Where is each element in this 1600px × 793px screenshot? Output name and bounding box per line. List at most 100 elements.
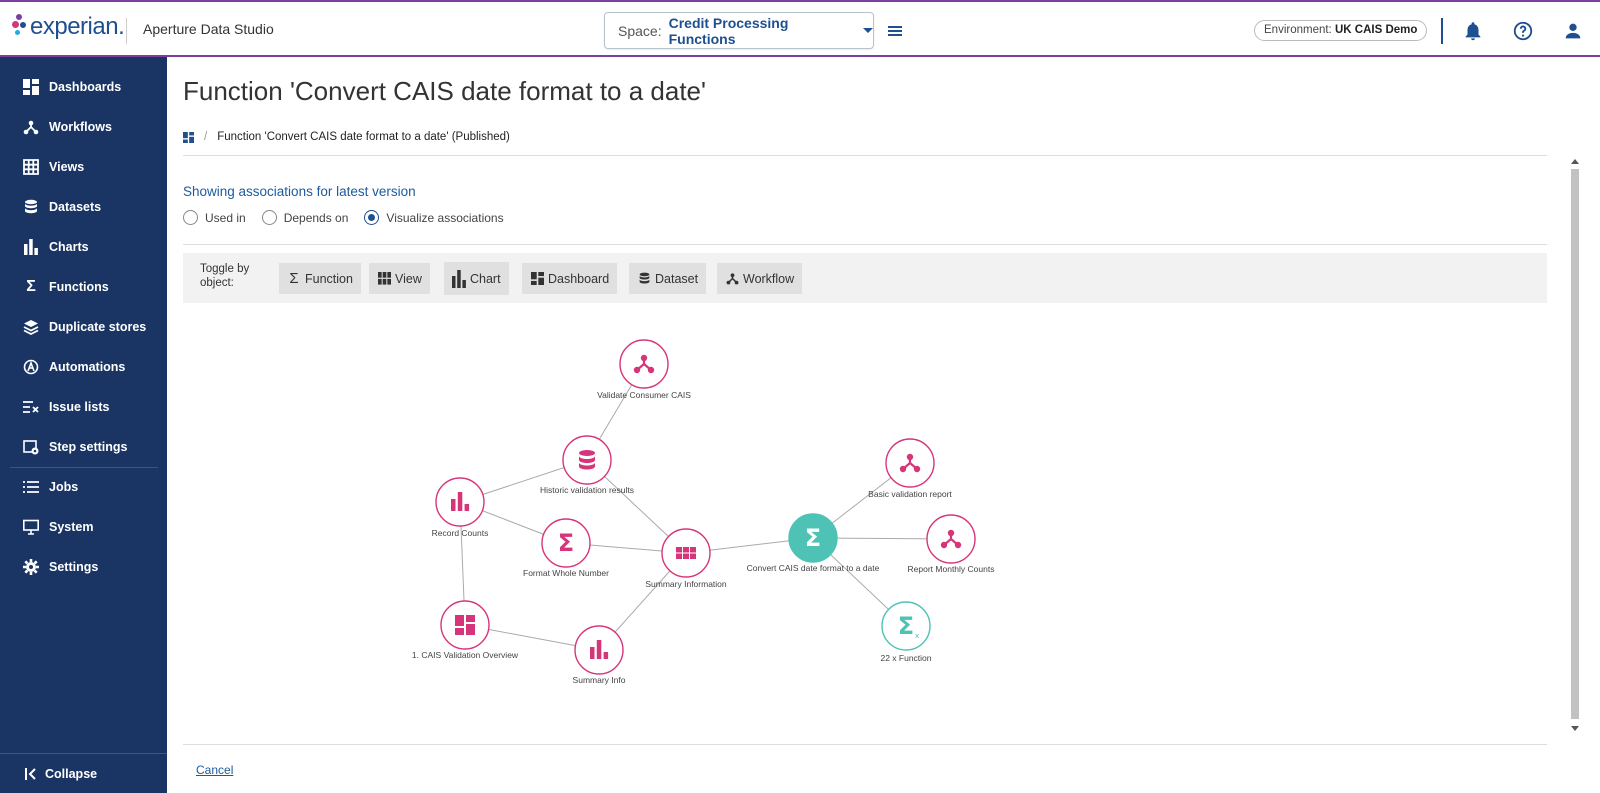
gear-icon xyxy=(22,558,40,576)
space-selector[interactable]: Space: Credit Processing Functions xyxy=(604,12,874,49)
sidebar-item-label: Views xyxy=(49,160,85,174)
scroll-down-arrow[interactable] xyxy=(1571,726,1579,731)
sidebar-item-label: Step settings xyxy=(49,440,128,454)
user-icon[interactable] xyxy=(1562,20,1584,42)
sidebar-item-label: System xyxy=(49,520,94,534)
sidebar-item-label: Settings xyxy=(49,560,99,574)
scrollbar[interactable] xyxy=(1569,159,1581,731)
bar-chart-icon xyxy=(22,238,40,256)
svg-text:x: x xyxy=(915,632,919,640)
sidebar-item-automations[interactable]: Automations xyxy=(0,349,167,385)
graph-edges xyxy=(459,363,952,651)
sidebar-item-label: Functions xyxy=(49,280,109,294)
cancel-link[interactable]: Cancel xyxy=(196,763,233,777)
sidebar-item-label: Workflows xyxy=(49,120,112,134)
sidebar-item-duplicate-stores[interactable]: Duplicate stores xyxy=(0,309,167,345)
sidebar-item-label: Datasets xyxy=(49,200,102,214)
main-content: Function 'Convert CAIS date format to a … xyxy=(167,57,1600,793)
collapse-label: Collapse xyxy=(45,766,98,781)
sidebar-item-label: Dashboards xyxy=(49,80,122,94)
environment-label: Environment: xyxy=(1264,24,1332,36)
space-label: Space: xyxy=(618,22,662,39)
logo-dots-icon xyxy=(12,12,28,42)
graph-node[interactable]: Summary Information xyxy=(645,528,727,589)
sidebar: Dashboards Workflows Views Datasets Char… xyxy=(0,57,167,793)
graph-node-label: 22 x Function xyxy=(880,653,931,663)
sidebar-item-label: Issue lists xyxy=(49,400,110,414)
graph-node[interactable]: Σ Format Whole Number xyxy=(523,518,609,578)
chevron-down-icon xyxy=(863,28,873,33)
graph-node[interactable]: Summary Info xyxy=(573,625,626,685)
sidebar-item-jobs[interactable]: Jobs xyxy=(0,469,167,505)
menu-icon[interactable] xyxy=(888,26,902,36)
collapse-button[interactable]: Collapse xyxy=(0,753,167,793)
scroll-up-arrow[interactable] xyxy=(1571,159,1579,164)
sidebar-item-issue-lists[interactable]: Issue lists xyxy=(0,389,167,425)
graph-node-label: Record Counts xyxy=(432,528,489,538)
environment-badge[interactable]: Environment: UK CAIS Demo xyxy=(1254,20,1428,41)
graph-node-label: Basic validation report xyxy=(868,489,952,499)
graph-node-label: Validate Consumer CAIS xyxy=(597,390,691,400)
issue-list-icon xyxy=(22,398,40,416)
bell-icon[interactable] xyxy=(1462,20,1484,42)
experian-logo[interactable]: experian. xyxy=(12,10,125,44)
graph-node-label: 1. CAIS Validation Overview xyxy=(412,650,519,660)
space-value: Credit Processing Functions xyxy=(668,14,789,47)
graph-node-circle xyxy=(440,600,490,650)
svg-text:Σ: Σ xyxy=(805,524,821,552)
sidebar-item-views[interactable]: Views xyxy=(0,149,167,185)
step-settings-icon xyxy=(22,438,40,456)
graph-node-circle xyxy=(661,528,711,578)
layers-icon xyxy=(22,318,40,336)
graph-node-label: Summary Info xyxy=(573,675,626,685)
monitor-icon xyxy=(22,518,40,536)
logo-text: experian. xyxy=(30,13,125,40)
sidebar-item-label: Jobs xyxy=(49,480,79,494)
sigma-icon: Σ xyxy=(558,529,574,557)
graph-nodes: Validate Consumer CAIS Historic validatio… xyxy=(412,339,995,685)
graph-node-label: Historic validation results xyxy=(540,485,634,495)
sidebar-item-system[interactable]: System xyxy=(0,509,167,545)
divider xyxy=(126,18,127,44)
sidebar-item-label: Duplicate stores xyxy=(49,320,147,334)
sidebar-item-workflows[interactable]: Workflows xyxy=(0,109,167,145)
help-icon[interactable] xyxy=(1512,20,1534,42)
sidebar-item-charts[interactable]: Charts xyxy=(0,229,167,265)
sidebar-item-step-settings[interactable]: Step settings xyxy=(0,429,167,465)
graph-node[interactable]: 1. CAIS Validation Overview xyxy=(412,600,519,660)
collapse-icon xyxy=(25,767,39,781)
graph-node[interactable]: Σx 22 x Function xyxy=(880,601,932,663)
graph-node[interactable]: Basic validation report xyxy=(868,438,952,499)
automation-icon xyxy=(22,358,40,376)
scrollbar-thumb[interactable] xyxy=(1571,169,1579,719)
dashboard-icon xyxy=(22,78,40,96)
sidebar-item-label: Charts xyxy=(49,240,89,254)
graph-node-label: Format Whole Number xyxy=(523,568,609,578)
sidebar-item-dashboards[interactable]: Dashboards xyxy=(0,69,167,105)
svg-text:Σ: Σ xyxy=(558,529,574,557)
database-icon xyxy=(579,450,595,470)
sidebar-item-datasets[interactable]: Datasets xyxy=(0,189,167,225)
sidebar-divider xyxy=(10,467,158,468)
grid-icon xyxy=(22,158,40,176)
graph-node[interactable]: Report Monthly Counts xyxy=(908,514,995,574)
graph-node-label: Report Monthly Counts xyxy=(908,564,995,574)
database-icon xyxy=(22,198,40,216)
sigma-icon: Σ xyxy=(26,278,36,295)
app-name: Aperture Data Studio xyxy=(143,21,274,37)
divider xyxy=(1441,18,1443,44)
sigma-icon: Σ xyxy=(805,524,821,552)
workflow-icon xyxy=(22,118,40,136)
list-icon xyxy=(22,478,40,496)
graph-node[interactable]: Record Counts xyxy=(432,477,489,538)
graph-node[interactable]: Validate Consumer CAIS xyxy=(597,339,691,400)
graph-node-label: Summary Information xyxy=(645,579,727,589)
sidebar-item-settings[interactable]: Settings xyxy=(0,549,167,585)
graph-node-label: Convert CAIS date format to a date xyxy=(747,563,880,573)
environment-value: UK CAIS Demo xyxy=(1334,24,1418,36)
association-graph: Validate Consumer CAIS Historic validatio… xyxy=(412,339,995,685)
sidebar-item-functions[interactable]: Σ Functions xyxy=(0,269,167,305)
graph-node[interactable]: Historic validation results xyxy=(540,435,634,495)
divider xyxy=(183,744,1547,745)
sidebar-item-label: Automations xyxy=(49,360,126,374)
